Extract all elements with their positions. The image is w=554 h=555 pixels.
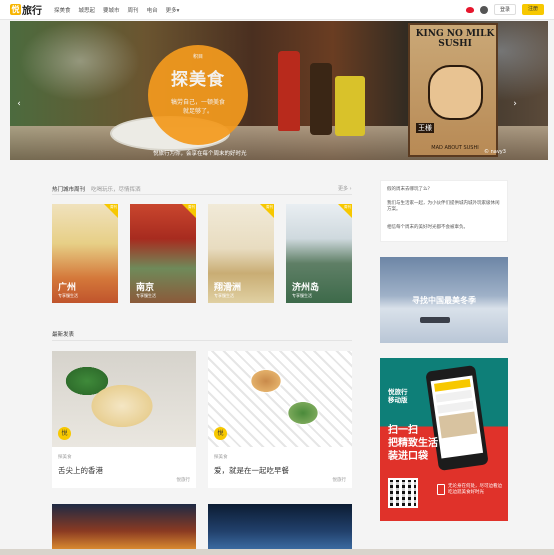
login-button[interactable]: 登录: [494, 4, 516, 15]
article-card[interactable]: 悦 探美食 舌尖上的香港 悦旅行: [52, 351, 196, 488]
hot-cities-more-link[interactable]: 更多 ›: [338, 185, 352, 192]
banner-tag: 积目: [192, 54, 203, 60]
city-card-guangzhou[interactable]: 周刊 广州 专享慢生活: [52, 204, 118, 303]
app-ad-brand-line2: 移动版: [388, 396, 408, 404]
mobile-app-ad[interactable]: 悦旅行 移动版 扫一扫 把精致生活 装进口袋 无论身在何处，尽可边看边吃边逛美食…: [380, 358, 508, 521]
logo[interactable]: 悦 旅行: [10, 2, 42, 17]
banner-next-arrow-icon[interactable]: ›: [510, 99, 520, 109]
ad-plane-image: [420, 317, 450, 323]
city-name: 南京: [136, 283, 155, 293]
soy-bottle-image: [310, 63, 332, 135]
app-ad-headline-line1: 扫一扫: [388, 425, 418, 436]
section-divider: [52, 340, 352, 341]
city-name: 广州: [58, 283, 77, 293]
bottle-image: [278, 51, 300, 131]
city-flag-text: 周刊: [110, 205, 117, 209]
nav-item-cities[interactable]: 要城市: [103, 6, 120, 14]
hot-cities-title: 热门城市周刊: [52, 187, 86, 193]
banner-subtitle-line2: 就足够了。: [182, 108, 213, 115]
app-ad-headline-line3: 装进口袋: [388, 451, 428, 462]
article-card[interactable]: [52, 504, 196, 549]
article-card[interactable]: 悦 探美食 爱，就是在一起吃早餐 悦旅行: [208, 351, 352, 488]
banner-feature-circle[interactable]: 积目 探美食 犒劳自己，一顿美食 就足够了。: [148, 45, 248, 145]
city-flag-text: 周刊: [188, 205, 195, 209]
sidebar-intro-line1: 假的周末去哪玩了么？: [387, 187, 432, 192]
nav-right: 登录 注册: [466, 4, 544, 15]
sidebar-intro-box: 假的周末去哪玩了么？ 我们与生活家一起，为小伙伴们提供城内城外玩家级休闲方案。 …: [380, 180, 508, 242]
article-title[interactable]: 爱，就是在一起吃早餐: [214, 465, 289, 476]
sidebar-intro-line3: 相信每个周末的美好时光都不会被辜负。: [387, 225, 468, 230]
winter-ad-banner[interactable]: 寻找中国最美冬季: [380, 257, 508, 343]
city-card-jeju[interactable]: 周刊 济州岛 专享慢生活: [286, 204, 352, 303]
article-title[interactable]: 舌尖上的香港: [58, 465, 103, 476]
article-card-image: [52, 504, 196, 549]
banner-subtitle-line1: 犒劳自己，一顿美食: [170, 99, 225, 106]
article-card[interactable]: [208, 504, 352, 549]
weibo-icon[interactable]: [466, 6, 474, 13]
app-ad-note: 无论身在何处，尽可边看边吃边逛美食好时光: [448, 484, 502, 495]
phone-icon: [437, 484, 445, 495]
city-subtitle: 专享慢生活: [292, 293, 312, 298]
article-category: 探美食: [58, 455, 72, 460]
banner-caption: 悦旅行为你，会享在每个周末的好时光: [153, 151, 247, 157]
poster-mark: 王様: [416, 123, 434, 133]
article-card-image: [208, 504, 352, 549]
top-nav: 悦 旅行 探美食 城思起 要城市 周刊 电台 更多▾ 登录 注册: [0, 0, 554, 20]
poster-title: KING NO MILK SUSHI: [415, 29, 495, 49]
banner-title: 探美食: [171, 70, 225, 90]
app-ad-headline-line2: 把精致生活: [388, 438, 438, 449]
winter-ad-text: 寻找中国最美冬季: [412, 296, 476, 305]
page: 悦 旅行 探美食 城思起 要城市 周刊 电台 更多▾ 登录 注册 KING NO…: [0, 0, 554, 555]
nav-menu: 探美食 城思起 要城市 周刊 电台 更多▾: [54, 6, 179, 14]
section-divider: [52, 194, 352, 195]
banner-prev-arrow-icon[interactable]: ‹: [14, 99, 24, 109]
recommend-header: 最新发表: [52, 330, 74, 338]
app-ad-brand: 悦旅行 移动版: [388, 388, 408, 404]
article-source: 悦旅行: [176, 478, 191, 483]
city-card-lake[interactable]: 周刊 翔滑洲 专享慢生活: [208, 204, 274, 303]
recommend-title: 最新发表: [52, 332, 75, 338]
register-button[interactable]: 注册: [522, 4, 544, 15]
city-subtitle: 专享慢生活: [136, 293, 156, 298]
app-ad-headline: 扫一扫 把精致生活 装进口袋: [388, 424, 438, 463]
city-name: 济州岛: [292, 283, 320, 293]
article-category: 探美食: [214, 455, 228, 460]
banner-subtitle: 犒劳自己，一顿美食 就足够了。: [148, 98, 248, 116]
logo-text: 旅行: [22, 6, 42, 17]
yellow-bottle-image: [335, 76, 365, 136]
article-badge: 悦: [214, 427, 227, 440]
city-name: 翔滑洲: [214, 283, 242, 293]
article-source: 悦旅行: [332, 478, 347, 483]
poster-face-image: [428, 65, 483, 120]
sidebar-intro-line2: 我们与生活家一起，为小伙伴们提供城内城外玩家级休闲方案。: [387, 201, 500, 212]
user-icon[interactable]: [480, 5, 488, 14]
article-badge: 悦: [58, 427, 71, 440]
sushi-poster: KING NO MILK SUSHI 王様 MAD ABOUT SUSHI: [408, 23, 498, 157]
nav-item-weekly[interactable]: 周刊: [128, 6, 139, 14]
hot-cities-subtitle: 吃喝玩乐，尽情挥洒: [91, 187, 141, 193]
qr-code-pattern: [390, 480, 416, 506]
nav-item-more[interactable]: 更多▾: [166, 6, 180, 14]
phone-screen: [430, 375, 484, 459]
city-card-nanjing[interactable]: 周刊 南京 专享慢生活: [130, 204, 196, 303]
page-bottom-bar: [0, 549, 554, 555]
qr-code-icon: [388, 478, 418, 508]
logo-mark: 悦: [10, 4, 21, 15]
nav-item-food[interactable]: 探美食: [54, 6, 71, 14]
city-flag-text: 周刊: [344, 205, 351, 209]
city-subtitle: 专享慢生活: [214, 293, 234, 298]
city-flag-text: 周刊: [266, 205, 273, 209]
hero-banner[interactable]: KING NO MILK SUSHI 王様 MAD ABOUT SUSHI 积目…: [10, 21, 548, 160]
city-subtitle: 专享慢生活: [58, 293, 78, 298]
phone-screen-image: [438, 411, 478, 439]
app-ad-brand-line1: 悦旅行: [388, 388, 408, 396]
nav-item-radio[interactable]: 电台: [147, 6, 158, 14]
nav-item-city-ideas[interactable]: 城思起: [79, 6, 96, 14]
article-card-image: 悦: [52, 351, 196, 447]
hot-cities-header: 热门城市周刊 吃喝玩乐，尽情挥洒: [52, 185, 141, 193]
article-card-image: 悦: [208, 351, 352, 447]
banner-credit: © navy3: [484, 149, 506, 155]
